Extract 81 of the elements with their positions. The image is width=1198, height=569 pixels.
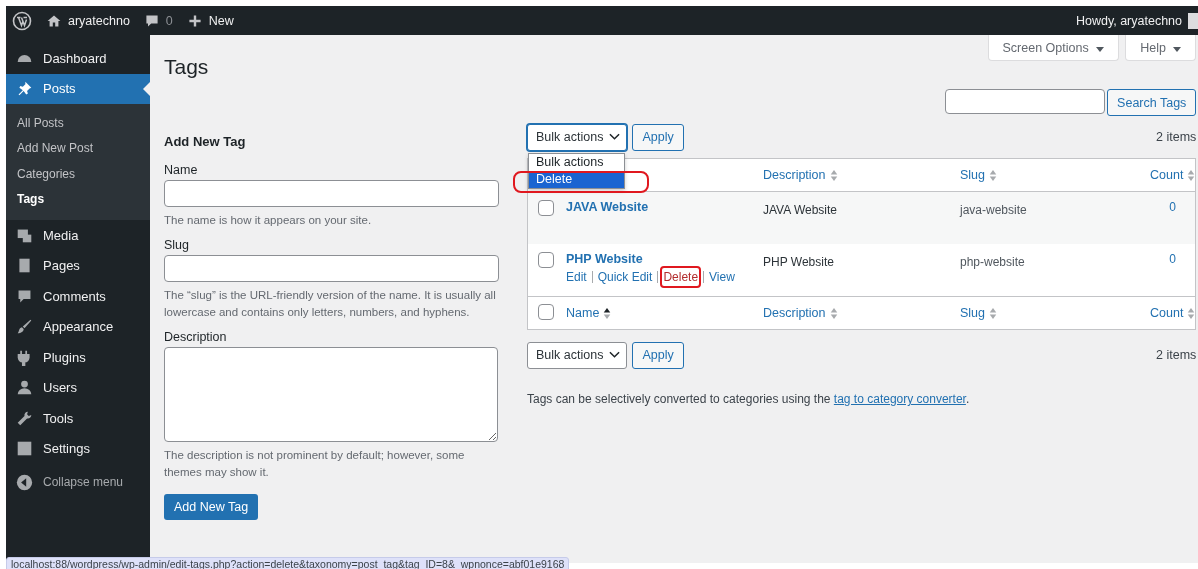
add-new-tag-button[interactable]: Add New Tag: [164, 494, 259, 520]
menu-item[interactable]: Settings: [6, 433, 150, 464]
table-cell-text: php-website: [960, 254, 1026, 271]
user-icon: [16, 379, 33, 397]
brush-icon: [16, 318, 33, 336]
converter-link[interactable]: tag to category converter: [833, 392, 966, 406]
bulk-actions-select[interactable]: Bulk actions: [527, 341, 628, 369]
menu-item[interactable]: Users: [6, 372, 150, 403]
annotation-ring: [660, 266, 702, 288]
apply-button[interactable]: Apply: [632, 341, 684, 369]
search-field[interactable]: [945, 89, 1106, 114]
avatar-icon: [1188, 12, 1198, 29]
count-link[interactable]: 0: [1169, 200, 1176, 214]
comments-link[interactable]: 0: [143, 12, 173, 29]
item-count: 2 items: [1156, 130, 1197, 144]
input-field[interactable]: [164, 255, 499, 282]
account-link[interactable]: Howdy, aryatechno: [1075, 12, 1198, 29]
field-label: Slug: [164, 238, 191, 252]
row-checkbox[interactable]: [538, 252, 554, 268]
plug-icon: [16, 348, 33, 366]
column-header[interactable]: Description: [763, 168, 838, 182]
submenu-item[interactable]: Add New Post: [6, 135, 150, 161]
submenu-item[interactable]: All Posts: [6, 110, 150, 136]
pages-icon: [16, 257, 33, 275]
bulk-actions-select[interactable]: Bulk actions: [527, 123, 628, 151]
column-header[interactable]: Slug: [960, 168, 998, 182]
field-label: Description: [164, 330, 228, 344]
site-link[interactable]: aryatechno: [46, 12, 130, 29]
row-checkbox[interactable]: [538, 200, 554, 216]
table-cell-text: java-website: [960, 202, 1028, 219]
pin-icon: [16, 80, 33, 98]
column-header[interactable]: Count: [1150, 168, 1196, 182]
menu-item[interactable]: Plugins: [6, 342, 150, 373]
row-action-link[interactable]: View: [709, 270, 735, 284]
submenu-item[interactable]: Categories: [6, 161, 150, 187]
item-count: 2 items: [1156, 348, 1197, 362]
help-tab[interactable]: Help: [1125, 35, 1197, 61]
menu-item[interactable]: Pages: [6, 250, 150, 281]
textarea-field[interactable]: [164, 347, 498, 442]
field-hint: The “slug” is the URL-friendly version of the name. It is usually all lowercase and contains only letters, numbers, and hyphens.: [164, 288, 497, 320]
caret-down-icon: [1173, 46, 1182, 52]
menu-item[interactable]: Media: [6, 220, 150, 251]
field-label: Name: [164, 163, 199, 177]
column-header[interactable]: Slug: [960, 306, 998, 320]
field-hint: The name is how it appears on your site.: [164, 213, 373, 228]
count-link[interactable]: 0: [1169, 252, 1176, 266]
column-header[interactable]: Count: [1150, 306, 1196, 320]
page-title: Tags: [164, 54, 209, 80]
dropdown-option[interactable]: Bulk actions: [529, 153, 624, 171]
table-cell-text: JAVA Website: [763, 202, 839, 219]
menu-item[interactable]: Comments: [6, 281, 150, 312]
apply-button[interactable]: Apply: [632, 123, 684, 151]
table-cell-text: PHP Website: [763, 254, 835, 271]
field-hint: The description is not prominent by default; however, some themes may show it.: [164, 448, 466, 480]
menu-item[interactable]: Dashboard: [6, 43, 150, 74]
menu-item[interactable]: Tools: [6, 403, 150, 434]
row-action-link[interactable]: Edit: [566, 270, 587, 284]
speech-bubble-icon: [143, 12, 160, 29]
submenu-item[interactable]: Tags: [6, 186, 150, 212]
wrench-icon: [16, 409, 33, 427]
column-header[interactable]: Description: [763, 306, 838, 320]
menu-item[interactable]: Posts: [6, 73, 150, 104]
converter-note: Tags can be selectively converted to categories using the tag to category converter.: [527, 392, 971, 406]
input-field[interactable]: [164, 180, 499, 207]
form-heading: Add New Tag: [164, 134, 247, 149]
chevron-down-icon: [609, 351, 621, 359]
caret-down-icon: [1096, 46, 1105, 52]
new-link[interactable]: New: [186, 12, 234, 29]
wordpress-logo-icon[interactable]: [12, 10, 32, 31]
menu-item[interactable]: Appearance: [6, 311, 150, 342]
search-tags-button[interactable]: Search Tags: [1107, 89, 1197, 116]
column-header[interactable]: Name: [566, 306, 612, 320]
delete-link[interactable]: Delete: [663, 270, 699, 284]
collapse-menu-button[interactable]: Collapse menu: [6, 467, 150, 498]
chevron-down-icon: [609, 133, 621, 141]
row-action-link[interactable]: Quick Edit: [597, 270, 653, 284]
plus-icon: [186, 12, 203, 29]
screen-options-tab[interactable]: Screen Options: [987, 35, 1120, 61]
select-all-checkbox[interactable]: [538, 303, 554, 320]
tag-name-link[interactable]: JAVA Website: [566, 200, 763, 214]
tag-name-link[interactable]: PHP Website: [566, 252, 763, 266]
